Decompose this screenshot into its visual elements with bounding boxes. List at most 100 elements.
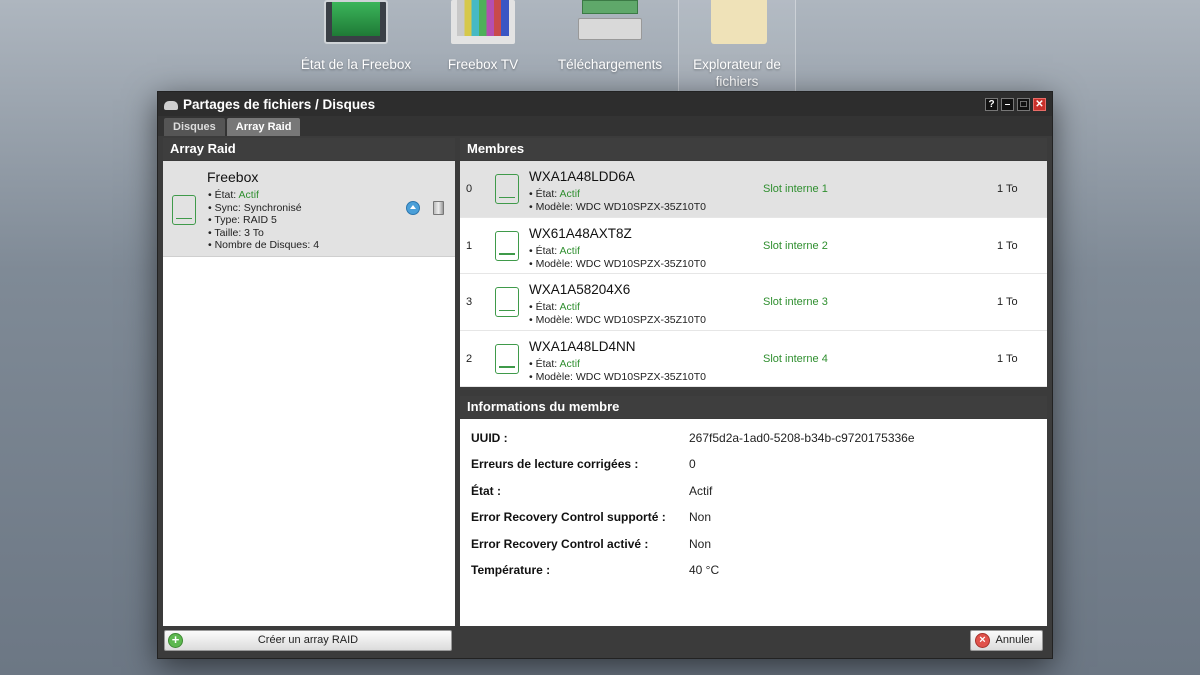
hard-disk-icon: [495, 230, 519, 261]
info-row-etat: État : Actif: [460, 484, 1047, 510]
etat-label: • État:: [529, 244, 560, 257]
members-area: Membres 0 WXA1A48LDD6A • État: Actif • M…: [460, 138, 1047, 626]
folder-icon: [705, 0, 769, 44]
desktop-icon-telechargements[interactable]: Téléchargements: [551, 0, 669, 73]
tab-bar: Disques Array Raid: [158, 116, 1052, 136]
create-raid-array-button[interactable]: + Créer un array RAID: [164, 630, 452, 651]
array-raid-panel-title: Array Raid: [163, 138, 455, 160]
cancel-button[interactable]: × Annuler: [970, 630, 1043, 651]
member-serial: WXA1A58204X6: [529, 282, 631, 297]
member-row[interactable]: 1 WX61A48AXT8Z • État: Actif • Modèle: W…: [460, 218, 1047, 274]
etat-value: Actif: [559, 357, 580, 370]
member-slot: Slot interne 1: [763, 183, 828, 195]
member-index: 0: [466, 183, 473, 195]
member-serial: WXA1A48LDD6A: [529, 169, 635, 184]
raid-array-properties: • État: Actif • Sync: Synchronisé • Type…: [208, 189, 319, 252]
members-list: 0 WXA1A48LDD6A • État: Actif • Modèle: W…: [460, 161, 1047, 387]
trash-icon[interactable]: [433, 201, 444, 215]
info-value: 267f5d2a-1ad0-5208-b34b-c9720175336e: [689, 431, 915, 445]
member-properties: • État: Actif • Modèle: WDC WD10SPZX-35Z…: [529, 188, 706, 214]
info-value: 0: [689, 457, 696, 472]
tv-icon: [451, 0, 515, 44]
desktop-icon-label: Explorateur de fichiers: [693, 57, 781, 89]
raid-size: • Taille: 3 To: [208, 226, 264, 239]
raid-array-item[interactable]: Freebox • État: Actif • Sync: Synchronis…: [163, 161, 455, 257]
file-shares-window: Partages de fichiers / Disques ? – □ ✕ D…: [157, 91, 1053, 659]
cancel-label: Annuler: [995, 634, 1034, 646]
info-row-erc-supported: Error Recovery Control supporté : Non: [460, 510, 1047, 536]
info-key: UUID :: [471, 431, 508, 445]
desktop-icon-freebox-tv[interactable]: Freebox TV: [424, 0, 542, 73]
etat-label: • État:: [529, 301, 560, 313]
etat-label: • État:: [529, 188, 560, 200]
info-row-uuid: UUID : 267f5d2a-1ad0-5208-b34b-c972017533…: [460, 431, 1047, 457]
member-row[interactable]: 3 WXA1A58204X6 • État: Actif • Modèle: W…: [460, 274, 1047, 331]
etat-label: • État:: [529, 357, 560, 370]
member-serial: WX61A48AXT8Z: [529, 225, 632, 241]
hard-disk-icon: [172, 195, 196, 225]
raid-type: • Type: RAID 5: [208, 214, 277, 226]
member-size: 1 To: [997, 183, 1018, 195]
member-row[interactable]: 2 WXA1A48LD4NN • État: Actif • Modèle: W…: [460, 331, 1047, 387]
member-model: • Modèle: WDC WD10SPZX-35Z10T0: [529, 370, 706, 383]
member-index: 1: [466, 239, 473, 252]
monitor-graph-icon: [324, 0, 388, 44]
close-button[interactable]: ✕: [1033, 97, 1046, 111]
disk-icon: [164, 101, 178, 110]
window-title: Partages de fichiers / Disques: [183, 96, 376, 112]
etat-value: Actif: [559, 188, 580, 200]
raid-array-name: Freebox: [207, 169, 259, 185]
info-row-read-errors: Erreurs de lecture corrigées : 0: [460, 457, 1047, 483]
minimize-button[interactable]: –: [1001, 97, 1014, 111]
member-info-panel: UUID : 267f5d2a-1ad0-5208-b34b-c972017533…: [460, 419, 1047, 626]
info-key: Error Recovery Control supporté :: [471, 510, 666, 525]
cancel-icon: ×: [975, 633, 990, 648]
etat-value: Actif: [559, 244, 580, 257]
member-slot: Slot interne 3: [763, 296, 828, 308]
member-slot: Slot interne 2: [763, 239, 828, 252]
sync-status: • Sync: Synchronisé: [208, 201, 302, 214]
info-key: État :: [471, 483, 501, 498]
member-row[interactable]: 0 WXA1A48LDD6A • État: Actif • Modèle: W…: [460, 161, 1047, 218]
info-value: 40 °C: [689, 562, 720, 577]
desktop-icon-label: État de la Freebox: [300, 57, 412, 72]
desktop-icon-label: Freebox TV: [447, 57, 519, 72]
tab-disques[interactable]: Disques: [164, 118, 225, 136]
info-row-temperature: Température : 40 °C: [460, 563, 1047, 589]
member-size: 1 To: [997, 352, 1018, 365]
eject-icon[interactable]: [406, 201, 420, 215]
etat-value: Actif: [238, 189, 259, 201]
etat-label: • État:: [208, 189, 239, 201]
etat-value: Actif: [559, 301, 580, 313]
member-slot: Slot interne 4: [763, 352, 828, 365]
member-size: 1 To: [997, 296, 1018, 308]
member-info-title: Informations du membre: [460, 396, 1047, 418]
info-row-erc-enabled: Error Recovery Control activé : Non: [460, 537, 1047, 563]
maximize-button[interactable]: □: [1017, 97, 1030, 111]
member-model: • Modèle: WDC WD10SPZX-35Z10T0: [529, 314, 706, 326]
disk-count: • Nombre de Disques: 4: [208, 239, 320, 251]
member-properties: • État: Actif • Modèle: WDC WD10SPZX-35Z…: [529, 358, 706, 384]
member-size: 1 To: [997, 239, 1018, 252]
tab-array-raid[interactable]: Array Raid: [226, 118, 301, 136]
plus-icon: +: [168, 633, 183, 648]
member-index: 3: [466, 296, 473, 308]
member-index: 2: [466, 352, 473, 365]
window-titlebar[interactable]: Partages de fichiers / Disques ? – □ ✕: [158, 92, 1052, 116]
info-value: Non: [689, 510, 712, 525]
info-value: Non: [689, 536, 712, 551]
info-key: Température :: [471, 562, 551, 577]
help-button[interactable]: ?: [985, 97, 998, 111]
array-raid-panel: Array Raid Freebox • État: Actif • Sync:…: [163, 138, 455, 626]
member-properties: • État: Actif • Modèle: WDC WD10SPZX-35Z…: [529, 245, 706, 271]
hard-disk-icon: [495, 343, 519, 374]
hard-disk-icon: [495, 287, 519, 317]
member-properties: • État: Actif • Modèle: WDC WD10SPZX-35Z…: [529, 301, 706, 327]
download-icon: [578, 0, 642, 44]
create-raid-array-label: Créer un array RAID: [257, 634, 359, 646]
member-serial: WXA1A48LD4NN: [529, 338, 636, 354]
desktop-icon-label: Téléchargements: [557, 57, 663, 72]
desktop-icon-explorateur[interactable]: Explorateur de fichiers: [678, 0, 796, 92]
hard-disk-icon: [495, 174, 519, 204]
desktop-icon-etat-freebox[interactable]: État de la Freebox: [297, 0, 415, 73]
